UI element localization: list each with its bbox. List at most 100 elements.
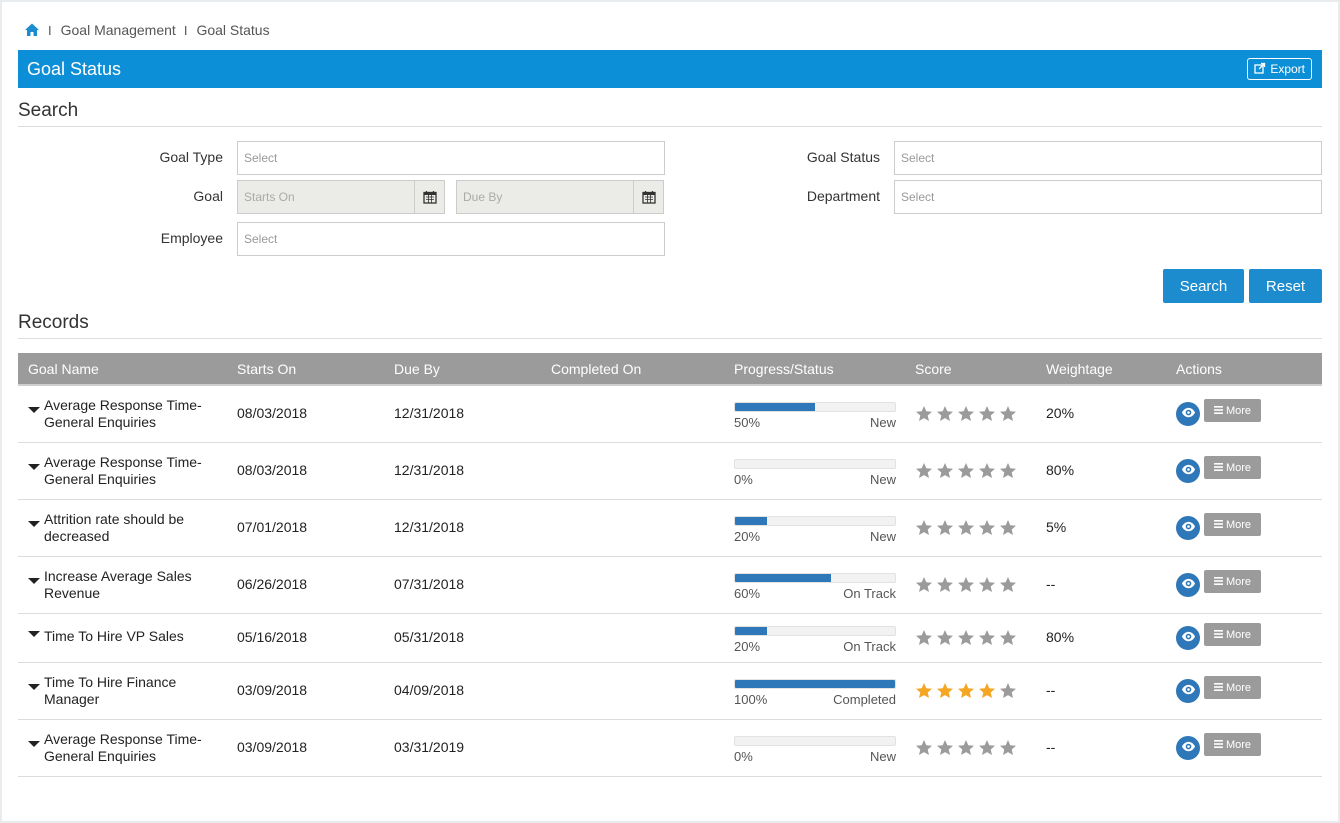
goal-name-line: Average Response Time- — [44, 397, 202, 413]
expand-caret-icon[interactable] — [28, 578, 40, 584]
view-eye-button[interactable] — [1176, 573, 1200, 597]
more-label: More — [1225, 404, 1252, 417]
progress-status: Completed — [833, 692, 896, 707]
progress-bar-fill — [735, 574, 831, 582]
goal-type-select[interactable]: Select — [237, 141, 665, 175]
expand-caret-icon[interactable] — [28, 684, 40, 690]
expand-caret-icon[interactable] — [28, 464, 40, 470]
column-weightage[interactable]: Weightage — [1046, 361, 1113, 377]
weightage-cell: -- — [1046, 576, 1056, 592]
search-heading: Search — [18, 100, 1322, 127]
star-icon — [979, 683, 995, 698]
column-completed-on[interactable]: Completed On — [551, 361, 641, 377]
more-button[interactable]: More — [1204, 676, 1261, 699]
progress-status: On Track — [843, 639, 896, 654]
starts-on-cell: 08/03/2018 — [237, 462, 308, 478]
goal-name-line: Average Response Time- — [44, 454, 202, 470]
breadcrumb-goal-management[interactable]: Goal Management — [61, 22, 176, 38]
goal-name-cell[interactable]: Average Response Time- General Enquiries — [44, 731, 224, 765]
starts-on-input[interactable]: Starts On — [237, 180, 415, 214]
reset-button[interactable]: Reset — [1249, 269, 1322, 303]
more-button[interactable]: More — [1204, 399, 1261, 422]
star-icon — [979, 740, 995, 755]
goal-name-cell[interactable]: Increase Average Sales Revenue — [44, 568, 224, 602]
star-icon — [979, 520, 995, 535]
score-stars — [915, 576, 1017, 593]
goal-name-cell[interactable]: Time To Hire Finance Manager — [44, 674, 224, 708]
starts-on-cell: 05/16/2018 — [237, 629, 308, 645]
employee-label: Employee — [160, 230, 223, 246]
view-eye-button[interactable] — [1176, 459, 1200, 483]
more-button[interactable]: More — [1204, 570, 1261, 593]
menu-icon — [1214, 629, 1223, 641]
column-starts-on[interactable]: Starts On — [237, 361, 296, 377]
star-icon — [916, 406, 932, 421]
weightage-cell: -- — [1046, 739, 1056, 755]
view-eye-button[interactable] — [1176, 679, 1200, 703]
progress-bar-fill — [735, 627, 767, 635]
goal-name-line: General Enquiries — [44, 748, 157, 764]
calendar-icon[interactable] — [633, 180, 664, 214]
home-icon[interactable] — [24, 22, 40, 38]
column-score[interactable]: Score — [915, 361, 952, 377]
starts-on-cell: 07/01/2018 — [237, 519, 308, 535]
menu-icon — [1214, 405, 1223, 417]
star-icon — [958, 406, 974, 421]
expand-caret-icon[interactable] — [28, 741, 40, 747]
star-icon — [1000, 463, 1016, 478]
view-eye-button[interactable] — [1176, 626, 1200, 650]
score-stars — [915, 405, 1017, 422]
goal-name-line: decreased — [44, 528, 110, 544]
progress-bar — [734, 626, 896, 636]
progress-bar-fill — [735, 680, 895, 688]
star-icon — [1000, 577, 1016, 592]
calendar-icon[interactable] — [414, 180, 445, 214]
goal-name-cell[interactable]: Average Response Time- General Enquiries — [44, 397, 224, 431]
more-button[interactable]: More — [1204, 513, 1261, 536]
page-header: Goal Status Export — [18, 50, 1322, 88]
view-eye-button[interactable] — [1176, 402, 1200, 426]
view-eye-button[interactable] — [1176, 736, 1200, 760]
more-label: More — [1225, 518, 1252, 531]
export-label: Export — [1270, 62, 1305, 76]
more-button[interactable]: More — [1204, 456, 1261, 479]
search-button[interactable]: Search — [1163, 269, 1244, 303]
column-progress-status[interactable]: Progress/Status — [734, 361, 834, 377]
column-due-by[interactable]: Due By — [394, 361, 440, 377]
goal-name-cell[interactable]: Time To Hire VP Sales — [44, 628, 224, 645]
export-icon — [1254, 62, 1266, 77]
goal-name-line: Time To Hire VP Sales — [44, 628, 184, 644]
more-button[interactable]: More — [1204, 733, 1261, 756]
more-button[interactable]: More — [1204, 623, 1261, 646]
star-icon — [916, 520, 932, 535]
star-icon — [937, 577, 953, 592]
column-goal-name[interactable]: Goal Name — [28, 361, 99, 377]
export-button[interactable]: Export — [1247, 58, 1312, 80]
star-icon — [958, 577, 974, 592]
goal-name-line: Increase Average Sales — [44, 568, 192, 584]
star-icon — [916, 683, 932, 698]
star-icon — [1000, 520, 1016, 535]
goal-label: Goal — [193, 188, 223, 204]
goal-name-line: Revenue — [44, 585, 101, 601]
star-icon — [1000, 630, 1016, 645]
goal-status-select[interactable]: Select — [894, 141, 1322, 175]
department-select[interactable]: Select — [894, 180, 1322, 214]
expand-caret-icon[interactable] — [28, 407, 40, 413]
goal-name-cell[interactable]: Average Response Time- General Enquiries — [44, 454, 224, 488]
more-label: More — [1225, 738, 1252, 751]
records-table: Goal Name Starts On Due By Completed On … — [18, 353, 1322, 777]
employee-select[interactable]: Select — [237, 222, 665, 256]
progress-bar — [734, 679, 896, 689]
star-icon — [958, 740, 974, 755]
breadcrumb-separator: I — [183, 22, 188, 38]
score-stars — [915, 519, 1017, 536]
goal-name-line: General Enquiries — [44, 414, 157, 430]
expand-caret-icon[interactable] — [28, 631, 40, 637]
expand-caret-icon[interactable] — [28, 521, 40, 527]
more-label: More — [1225, 575, 1252, 588]
due-by-input[interactable]: Due By — [456, 180, 634, 214]
menu-icon — [1214, 682, 1223, 694]
view-eye-button[interactable] — [1176, 516, 1200, 540]
goal-name-cell[interactable]: Attrition rate should be decreased — [44, 511, 224, 545]
